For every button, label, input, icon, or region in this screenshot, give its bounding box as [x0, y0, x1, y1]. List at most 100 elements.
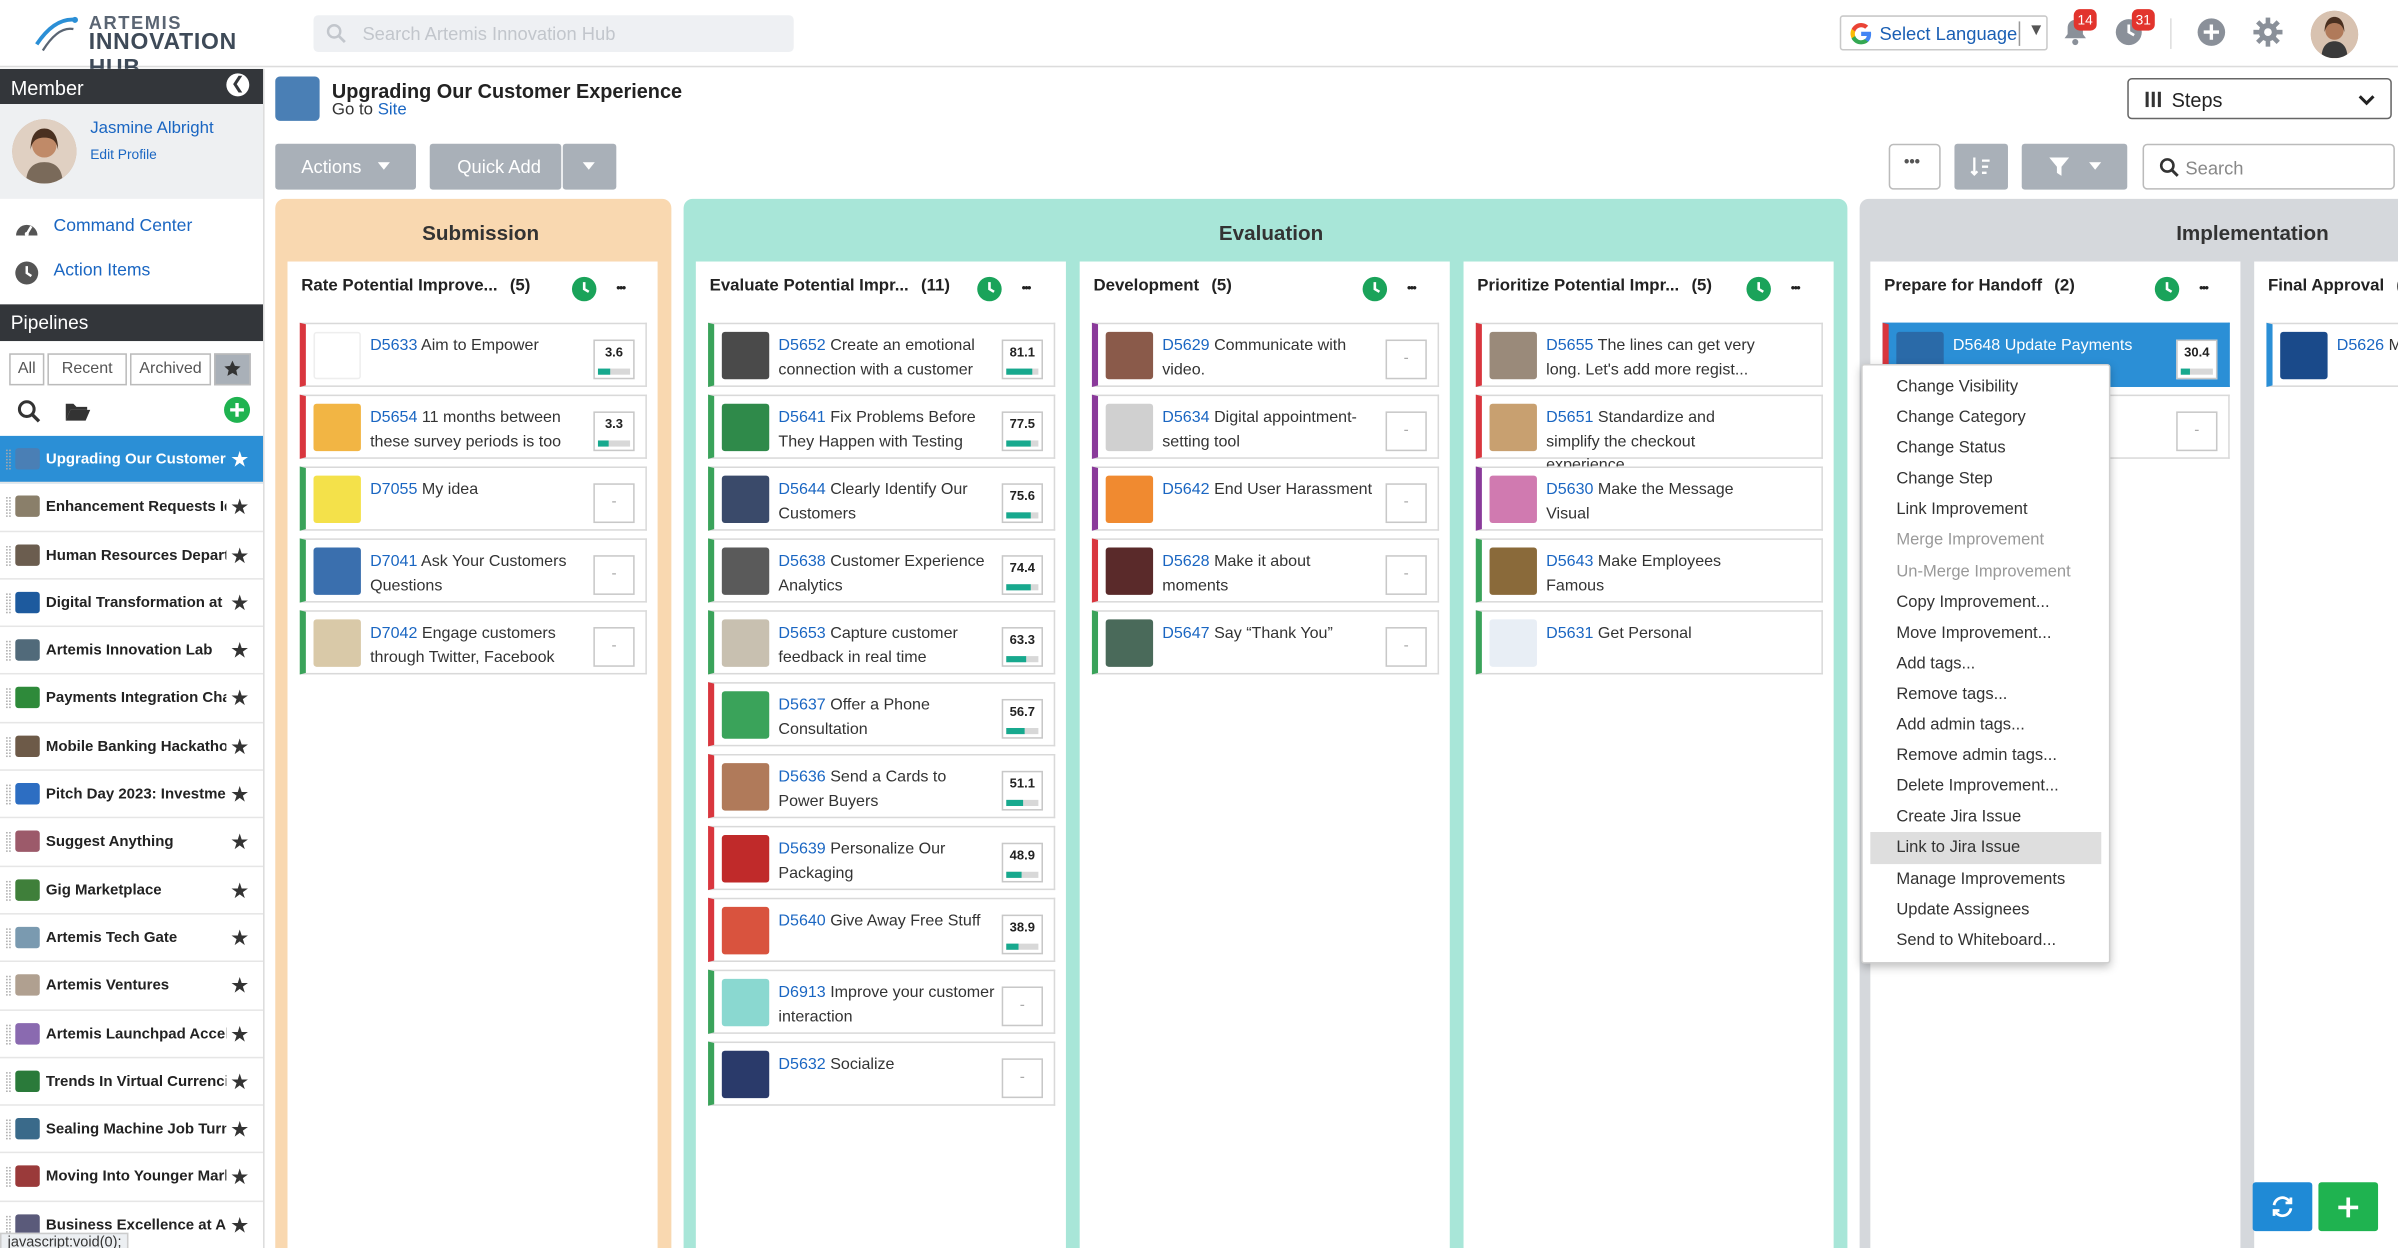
improvement-card[interactable]: D5643 Make Employees Famous	[1475, 538, 1823, 603]
star-icon[interactable]: ★	[230, 590, 249, 616]
improvement-card[interactable]: D5632 Socialize -	[708, 1041, 1056, 1106]
quick-add-button[interactable]: Quick Add	[429, 143, 562, 190]
context-menu-item[interactable]: Add tags...	[1863, 648, 2109, 679]
card-id-link[interactable]: D5647	[1162, 624, 1209, 642]
context-menu-item[interactable]: Link Improvement	[1863, 495, 2109, 526]
card-score[interactable]: -	[1001, 986, 1043, 1027]
improvement-card[interactable]: D5636 Send a Cards to Power Buyers 51.1	[708, 753, 1056, 819]
improvement-card[interactable]: D5642 End User Harassment -	[1091, 466, 1440, 531]
column-more-icon[interactable]: •••	[1407, 281, 1417, 295]
improvement-card[interactable]: D5637 Offer a Phone Consultation 56.7	[708, 682, 1056, 747]
improvement-card[interactable]: D5630 Make the Message Visual	[1475, 466, 1823, 531]
improvement-card[interactable]: D5626 M	[2266, 322, 2398, 387]
action-items-link[interactable]: Action Items	[0, 249, 263, 293]
sidebar-pipeline-item[interactable]: Payments Integration Chal...★	[0, 675, 264, 724]
context-menu-item[interactable]: Remove admin tags...	[1863, 740, 2109, 771]
context-menu-item[interactable]: Change Step	[1863, 464, 2109, 495]
improvement-card[interactable]: D5647 Say “Thank You” -	[1091, 610, 1440, 675]
star-icon[interactable]: ★	[230, 638, 249, 664]
step-timer-icon[interactable]	[2154, 276, 2180, 302]
sidebar-pipeline-item[interactable]: Enhancement Requests Id... ★	[0, 484, 264, 532]
filter-tab-starred[interactable]	[214, 353, 251, 386]
card-id-link[interactable]: D5643	[1546, 552, 1593, 570]
drag-grip-icon[interactable]	[6, 832, 11, 853]
card-id-link[interactable]: D5642	[1162, 480, 1209, 498]
column-more-icon[interactable]: •••	[616, 281, 626, 295]
star-icon[interactable]: ★	[230, 1212, 249, 1238]
drag-grip-icon[interactable]	[6, 593, 11, 614]
improvement-card[interactable]: D5631 Get Personal	[1475, 610, 1823, 675]
board-search-input[interactable]: Search	[2142, 143, 2395, 190]
sidebar-pipeline-item[interactable]: Suggest Anything ★	[0, 819, 264, 867]
card-score[interactable]: -	[1385, 411, 1427, 452]
star-icon[interactable]: ★	[230, 925, 249, 951]
card-score[interactable]: 38.9	[1001, 914, 1043, 955]
card-id-link[interactable]: D5631	[1546, 624, 1593, 642]
context-menu-item[interactable]: Send to Whiteboard...	[1863, 925, 2109, 956]
card-score[interactable]: 3.6	[593, 339, 635, 380]
card-score[interactable]: 30.4	[2176, 339, 2218, 380]
context-menu-item[interactable]: Change Status	[1863, 433, 2109, 464]
card-id-link[interactable]: D5637	[778, 696, 825, 714]
card-id-link[interactable]: D5638	[778, 552, 825, 570]
improvement-card[interactable]: D5638 Customer Experience Analytics 74.4	[708, 538, 1056, 603]
improvement-card[interactable]: D7042 Engage customers through Twitter, …	[299, 610, 647, 675]
card-id-link[interactable]: D5655	[1546, 336, 1593, 354]
step-timer-icon[interactable]	[571, 276, 597, 302]
card-score[interactable]: 74.4	[1001, 555, 1043, 595]
add-pipeline-icon[interactable]	[223, 396, 251, 424]
context-menu-item[interactable]: Remove tags...	[1863, 679, 2109, 710]
sidebar-pipeline-item[interactable]: Human Resources Depart... ★	[0, 532, 264, 580]
context-menu-item[interactable]: Change Category	[1863, 402, 2109, 433]
card-id-link[interactable]: D5654	[370, 408, 417, 426]
sidebar-pipeline-item[interactable]: Artemis Launchpad Accele...★	[0, 1010, 264, 1059]
site-link[interactable]: Site	[378, 101, 407, 119]
approvals-button[interactable]: 31	[2112, 9, 2155, 52]
star-icon[interactable]: ★	[230, 447, 249, 473]
card-id-link[interactable]: D5628	[1162, 552, 1209, 570]
card-id-link[interactable]: D5653	[778, 624, 825, 642]
drag-grip-icon[interactable]	[6, 641, 11, 661]
drag-grip-icon[interactable]	[6, 497, 11, 518]
step-timer-icon[interactable]	[977, 276, 1002, 302]
improvement-card[interactable]: D5654 11 months between these survey per…	[299, 394, 647, 459]
star-icon[interactable]: ★	[230, 877, 249, 903]
card-score[interactable]: 51.1	[1001, 770, 1043, 811]
improvement-card[interactable]: D7041 Ask Your Customers Questions -	[299, 538, 647, 603]
card-score[interactable]: -	[593, 555, 635, 595]
sidebar-pipeline-item[interactable]: Artemis Innovation Lab ★	[0, 627, 264, 676]
column-more-icon[interactable]: •••	[1022, 281, 1032, 295]
card-id-link[interactable]: D5639	[778, 840, 825, 858]
card-score[interactable]: -	[2176, 411, 2218, 452]
improvement-card[interactable]: D5639 Personalize Our Packaging 48.9	[708, 825, 1056, 891]
improvement-card[interactable]: D5629 Communicate with video. -	[1091, 322, 1440, 387]
card-id-link[interactable]: D5626	[2337, 336, 2384, 354]
improvement-card[interactable]: D5644 Clearly Identify Our Customers 75.6	[708, 466, 1056, 531]
drag-grip-icon[interactable]	[6, 688, 11, 709]
card-score[interactable]: 75.6	[1001, 483, 1043, 524]
star-icon[interactable]: ★	[230, 1069, 249, 1095]
card-score[interactable]: -	[1385, 483, 1427, 524]
card-id-link[interactable]: D5651	[1546, 408, 1593, 426]
search-pipelines-icon[interactable]	[17, 399, 41, 423]
column-more-icon[interactable]: •••	[2199, 281, 2209, 295]
context-menu-item[interactable]: Move Improvement...	[1863, 617, 2109, 648]
card-score[interactable]: 3.3	[593, 411, 635, 452]
filter-tab-recent[interactable]: Recent	[47, 353, 127, 386]
sidebar-pipeline-item[interactable]: Trends In Virtual Currencies ★	[0, 1058, 264, 1106]
card-id-link[interactable]: D5640	[778, 912, 825, 930]
improvement-card[interactable]: D5651 Standardize and simplify the check…	[1475, 394, 1823, 474]
card-id-link[interactable]: D6913	[778, 983, 825, 1001]
sort-button[interactable]	[1954, 143, 2008, 190]
card-score[interactable]: -	[593, 627, 635, 667]
filter-tab-all[interactable]: All	[9, 353, 45, 386]
improvement-card[interactable]: D5628 Make it about moments -	[1091, 538, 1440, 603]
card-id-link[interactable]: D7055	[370, 480, 417, 498]
quick-add-dropdown-button[interactable]	[562, 143, 617, 190]
improvement-card[interactable]: D5641 Fix Problems Before They Happen wi…	[708, 394, 1056, 459]
step-timer-icon[interactable]	[1362, 276, 1388, 302]
drag-grip-icon[interactable]	[6, 1071, 11, 1092]
context-menu-item[interactable]: Add admin tags...	[1863, 710, 2109, 741]
filter-tab-archived[interactable]: Archived	[129, 353, 212, 386]
global-search-input[interactable]: Search Artemis Innovation Hub	[313, 15, 794, 52]
